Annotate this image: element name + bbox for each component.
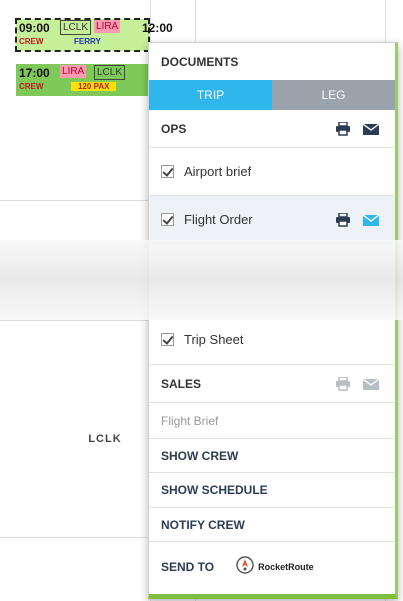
documents-menu: DOCUMENTS TRIP LEG OPS Airport brief Fli… xyxy=(148,42,398,599)
checkbox-checked-icon[interactable] xyxy=(161,213,174,226)
flight-bar[interactable]: 09:00 LCLK LIRA 12:00 CREW FERRY xyxy=(15,18,173,52)
checkbox-checked-icon[interactable] xyxy=(161,165,174,178)
envelope-icon xyxy=(362,377,380,391)
tab-leg[interactable]: LEG xyxy=(272,80,395,110)
printer-icon xyxy=(335,375,351,391)
menu-item-label: Flight Order xyxy=(184,212,253,227)
menu-item-trip-sheet[interactable]: Trip Sheet xyxy=(149,315,395,365)
flight-origin-code: LCLK xyxy=(60,20,92,35)
crew-badge: CREW xyxy=(19,37,44,46)
flight-bar[interactable]: 17:00 LIRA LCLK CREW 120 PAX xyxy=(16,64,149,96)
grid-row-line xyxy=(0,200,150,201)
sales-section-header: SALES xyxy=(149,365,395,403)
grid-row-line xyxy=(0,537,150,538)
flight-origin-code: LIRA xyxy=(60,65,87,78)
menu-item-label: Trip Sheet xyxy=(184,332,244,347)
menu-item-airport-brief[interactable]: Airport brief xyxy=(149,148,395,196)
show-crew-button[interactable]: SHOW CREW xyxy=(149,439,395,473)
ferry-badge: FERRY xyxy=(74,37,101,46)
printer-icon[interactable] xyxy=(335,211,351,227)
rocketroute-button[interactable]: RocketRoute xyxy=(236,556,314,577)
menu-tabs: TRIP LEG xyxy=(149,80,395,110)
airport-row-label: LCLK xyxy=(88,433,122,445)
flight-arrival-time: 12:00 xyxy=(142,21,173,35)
envelope-icon[interactable] xyxy=(362,122,380,136)
rocketroute-label: RocketRoute xyxy=(258,561,314,572)
menu-item-flight-order[interactable]: Flight Order xyxy=(149,196,395,244)
tab-trip[interactable]: TRIP xyxy=(149,80,272,110)
envelope-icon[interactable] xyxy=(362,213,380,227)
flight-departure-time: 17:00 xyxy=(19,66,50,80)
ops-label: OPS xyxy=(161,121,187,136)
flight-brief-link[interactable]: Flight Brief xyxy=(149,403,395,439)
printer-icon[interactable] xyxy=(335,120,351,136)
sales-label: SALES xyxy=(161,376,202,391)
pax-badge: 120 PAX xyxy=(71,82,117,91)
send-to-row: SEND TO RocketRoute xyxy=(149,542,395,591)
checkbox-checked-icon[interactable] xyxy=(161,333,174,346)
notify-crew-button[interactable]: NOTIFY CREW xyxy=(149,508,395,542)
show-schedule-button[interactable]: SHOW SCHEDULE xyxy=(149,473,395,508)
rocketroute-logo-icon xyxy=(236,556,254,577)
ops-section-header: OPS xyxy=(149,110,395,148)
send-to-label: SEND TO xyxy=(161,559,215,574)
flight-destination-code: LIRA xyxy=(94,20,121,33)
grid-row-line xyxy=(0,320,150,321)
documents-title: DOCUMENTS xyxy=(161,54,239,69)
menu-item-label: Airport brief xyxy=(184,164,252,179)
blurred-overlay xyxy=(0,240,403,320)
flight-destination-code: LCLK xyxy=(94,65,126,80)
flight-departure-time: 09:00 xyxy=(19,21,50,35)
crew-badge: CREW xyxy=(19,82,44,91)
